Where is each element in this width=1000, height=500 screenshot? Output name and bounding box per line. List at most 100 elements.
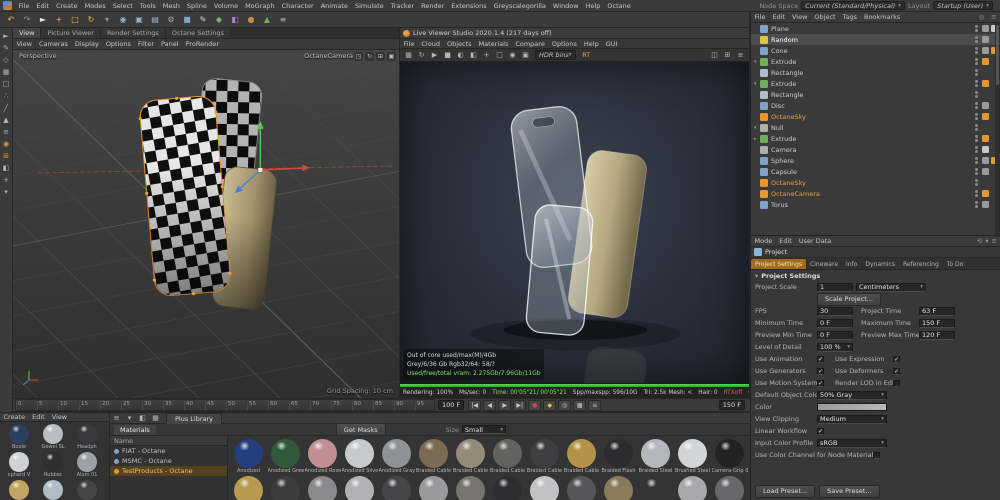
transport-button[interactable]: ≡ bbox=[588, 400, 601, 411]
live-viewer-tool-icon[interactable]: ■ bbox=[442, 50, 454, 61]
menu-item[interactable]: Octane bbox=[604, 2, 634, 10]
transport-button[interactable]: ▶ bbox=[498, 400, 511, 411]
viewport-menu-item[interactable]: View bbox=[13, 40, 35, 48]
mode-icon[interactable]: + bbox=[1, 174, 12, 185]
object-manager-menu-item[interactable]: View bbox=[788, 13, 810, 21]
viewport-tab[interactable]: View bbox=[13, 28, 41, 38]
menu-item[interactable]: Volume bbox=[210, 2, 241, 10]
browser-header-icon[interactable]: ≡ bbox=[111, 413, 123, 424]
scrollbar[interactable] bbox=[995, 23, 1000, 235]
tag-chip[interactable] bbox=[982, 146, 989, 153]
transport-button[interactable]: ▶| bbox=[513, 400, 526, 411]
menu-item[interactable]: Modes bbox=[81, 2, 109, 10]
material-swatch[interactable]: Gewel SL bbox=[36, 423, 70, 450]
material-swatch[interactable]: Boole bbox=[2, 423, 36, 450]
visibility-dots[interactable] bbox=[975, 179, 978, 186]
material-thumbnail[interactable] bbox=[416, 475, 452, 500]
project-scale-input[interactable]: 1 bbox=[817, 283, 853, 292]
object-name[interactable]: Camera bbox=[771, 146, 975, 154]
object-name[interactable]: Sphere bbox=[771, 157, 975, 165]
menu-item[interactable]: Select bbox=[109, 2, 136, 10]
viewport-tab[interactable]: Picture Viewer bbox=[41, 28, 101, 38]
material-thumbnail[interactable] bbox=[231, 475, 267, 500]
menu-item[interactable]: MoGraph bbox=[242, 2, 279, 10]
checkbox[interactable]: ✓ bbox=[817, 428, 824, 435]
menu-item[interactable]: Character bbox=[278, 2, 317, 10]
material-thumbnail[interactable] bbox=[527, 475, 563, 500]
toolbar-icon[interactable]: ▣ bbox=[132, 13, 147, 26]
object-name[interactable]: Random bbox=[771, 36, 975, 44]
value-field[interactable]: 120 F bbox=[919, 331, 955, 340]
visibility-dots[interactable] bbox=[975, 36, 978, 43]
viewport-menu-item[interactable]: Options bbox=[102, 40, 134, 48]
library-folder-row[interactable]: TestProducts - Octane bbox=[110, 466, 227, 476]
object-row[interactable]: Plane bbox=[751, 23, 1000, 34]
visibility-dots[interactable] bbox=[975, 201, 978, 208]
toolbar-icon[interactable]: ↷ bbox=[20, 13, 35, 26]
object-name[interactable]: Disc bbox=[771, 102, 975, 110]
object-name[interactable]: Extrude bbox=[771, 135, 975, 143]
tag-chip[interactable] bbox=[982, 47, 989, 54]
hdr-bins-dropdown[interactable]: HDR bins▾ bbox=[535, 50, 576, 60]
mode-icon[interactable]: ▦ bbox=[1, 66, 12, 77]
object-row[interactable]: OctaneSky bbox=[751, 111, 1000, 122]
toolbar-icon[interactable]: ▲ bbox=[260, 13, 275, 26]
object-name[interactable]: Torus bbox=[771, 201, 975, 209]
live-viewer-tool-icon[interactable]: □ bbox=[494, 50, 506, 61]
viewport-tab[interactable]: Render Settings bbox=[101, 28, 166, 38]
attribute-tab[interactable]: To Do bbox=[943, 259, 968, 269]
material-thumbnail[interactable]: Anodized Green bbox=[268, 438, 304, 474]
live-viewer-tool-icon[interactable]: ◧ bbox=[468, 50, 480, 61]
camera-name-label[interactable]: OctaneCamera bbox=[304, 52, 353, 60]
object-manager-menu-item[interactable]: Object bbox=[811, 13, 839, 21]
transport-button[interactable]: ◎ bbox=[558, 400, 571, 411]
live-viewer-menu-item[interactable]: Compare bbox=[512, 40, 549, 48]
attribute-tab[interactable]: Info bbox=[842, 259, 861, 269]
menu-item[interactable]: Mesh bbox=[159, 2, 183, 10]
object-row[interactable]: ▾ Null bbox=[751, 122, 1000, 133]
live-viewer-menu-item[interactable]: File bbox=[400, 40, 418, 48]
rt-toggle[interactable]: RT bbox=[579, 51, 594, 59]
mode-icon[interactable]: ╱ bbox=[1, 102, 12, 113]
viewport-corner-icon[interactable]: ▣ bbox=[387, 52, 396, 61]
material-thumbnail[interactable]: Braided Cable bbox=[527, 438, 563, 474]
visibility-dots[interactable] bbox=[975, 102, 978, 109]
material-swatch[interactable]: Gold Sat bbox=[2, 479, 36, 500]
visibility-dots[interactable] bbox=[975, 190, 978, 197]
viewport-menu-item[interactable]: Cameras bbox=[35, 40, 71, 48]
visibility-dots[interactable] bbox=[975, 146, 978, 153]
attribute-header-icon[interactable]: ≡ bbox=[992, 237, 997, 245]
material-thumbnail[interactable] bbox=[564, 475, 600, 500]
input-profile-dropdown[interactable]: sRGB▾ bbox=[817, 439, 887, 448]
value-field[interactable]: 0 F bbox=[817, 331, 853, 340]
toolbar-icon[interactable]: ◆ bbox=[212, 13, 227, 26]
toolbar-icon[interactable]: ■ bbox=[180, 13, 195, 26]
viewport-menu-item[interactable]: ProRender bbox=[182, 40, 222, 48]
toolbar-icon[interactable]: ● bbox=[244, 13, 259, 26]
browser-header-icon[interactable]: ▦ bbox=[150, 413, 162, 424]
menu-item[interactable]: Simulate bbox=[351, 2, 387, 10]
material-thumbnail[interactable] bbox=[342, 475, 378, 500]
material-thumbnail[interactable] bbox=[675, 475, 711, 500]
object-row[interactable]: Rectangle bbox=[751, 89, 1000, 100]
visibility-dots[interactable] bbox=[975, 80, 978, 87]
attribute-menu-item[interactable]: Mode bbox=[751, 237, 776, 245]
material-thumbnail[interactable] bbox=[712, 475, 748, 500]
attribute-header-icon[interactable]: ▾ bbox=[985, 237, 988, 245]
visibility-dots[interactable] bbox=[975, 113, 978, 120]
object-name[interactable]: Extrude bbox=[771, 80, 975, 88]
viewport-menu-item[interactable]: Panel bbox=[158, 40, 183, 48]
color-swatch[interactable] bbox=[817, 403, 887, 411]
object-row[interactable]: Rectangle bbox=[751, 67, 1000, 78]
toolbar-icon[interactable]: ≡ bbox=[276, 13, 291, 26]
scale-project-button[interactable]: Scale Project... bbox=[817, 293, 881, 306]
menu-item[interactable]: Animate bbox=[317, 2, 351, 10]
mode-icon[interactable]: ▲ bbox=[1, 114, 12, 125]
viewport-corner-icon[interactable]: ◳ bbox=[354, 52, 363, 61]
menu-item[interactable]: Tools bbox=[136, 2, 159, 10]
checkbox[interactable] bbox=[873, 452, 880, 459]
transport-button[interactable]: |◀ bbox=[468, 400, 481, 411]
tag-chip[interactable] bbox=[982, 179, 989, 186]
name-column-header[interactable]: Name bbox=[110, 436, 227, 446]
material-thumbnail[interactable] bbox=[638, 475, 674, 500]
